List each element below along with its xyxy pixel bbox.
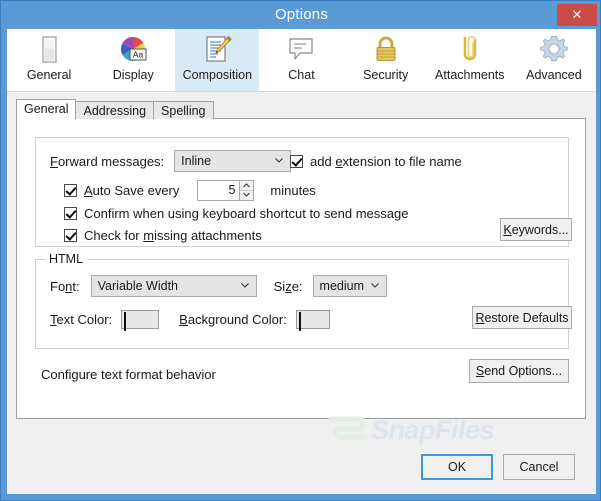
text-color-swatch[interactable] [121, 310, 160, 331]
tab-strip: General Addressing Spelling [16, 99, 586, 119]
close-button[interactable]: ✕ [557, 4, 597, 26]
document-pencil-icon [200, 33, 234, 67]
font-row: Font: Variable Width Size: medium [50, 275, 387, 297]
category-toolbar: General Aa Display Composition Chat Secu… [7, 29, 596, 92]
check-missing-row[interactable]: Check for missing attachments [64, 228, 262, 243]
stepper-up-button[interactable] [240, 181, 254, 191]
forward-messages-row: Forward messages: Inline [50, 150, 292, 172]
tab-spelling[interactable]: Spelling [153, 101, 214, 119]
confirm-shortcut-label: Confirm when using keyboard shortcut to … [84, 206, 409, 221]
add-extension-checkbox[interactable] [290, 155, 303, 168]
restore-defaults-label: Restore Defaults [475, 310, 569, 325]
html-options-group: HTML Font: Variable Width Size: medium T… [35, 252, 572, 349]
cancel-button-label: Cancel [519, 460, 559, 474]
ok-button-label: OK [447, 460, 467, 474]
check-missing-checkbox[interactable] [64, 229, 77, 242]
color-row: Text Color: Background Color: [50, 310, 330, 331]
svg-text:Aa: Aa [133, 50, 144, 60]
forward-messages-select[interactable]: Inline [174, 150, 292, 172]
options-dialog-window: Options ✕ General Aa Display Composition… [0, 0, 601, 501]
window-page-icon [32, 33, 66, 67]
cancel-button[interactable]: Cancel [503, 454, 575, 480]
tab-general[interactable]: General [16, 99, 77, 119]
check-missing-label: Check for missing attachments [84, 228, 262, 243]
confirm-shortcut-checkbox[interactable] [64, 207, 77, 220]
toolbar-item-label: General [26, 68, 72, 82]
size-select[interactable]: medium [312, 275, 387, 297]
restore-defaults-button[interactable]: Restore Defaults [472, 306, 572, 329]
padlock-icon [369, 33, 403, 67]
gear-icon [537, 33, 571, 67]
add-extension-label: add extension to file name [310, 154, 462, 169]
toolbar-item-label: Composition [182, 68, 253, 82]
color-wheel-aa-icon: Aa [116, 33, 150, 67]
background-color-swatch[interactable] [295, 310, 330, 331]
speech-bubble-icon [284, 33, 318, 67]
tab-addressing[interactable]: Addressing [75, 101, 155, 119]
font-label: Font: [50, 278, 80, 294]
title-bar: Options ✕ [1, 1, 600, 29]
toolbar-item-composition[interactable]: Composition [175, 29, 260, 91]
text-color-label: Text Color: [50, 312, 113, 327]
background-color-label: Background Color: [179, 312, 287, 327]
ok-button[interactable]: OK [421, 454, 493, 480]
minutes-label: minutes [270, 183, 316, 198]
send-options-label: Send Options... [475, 364, 563, 378]
confirm-shortcut-row[interactable]: Confirm when using keyboard shortcut to … [64, 206, 408, 221]
chevron-down-icon [370, 283, 379, 288]
chevron-down-icon [240, 283, 249, 288]
toolbar-item-chat[interactable]: Chat [259, 29, 343, 91]
keywords-button-label: Keywords... [503, 222, 569, 237]
size-label: Size: [273, 278, 303, 294]
font-value: Variable Width [97, 279, 178, 293]
auto-save-checkbox[interactable] [64, 184, 77, 197]
toolbar-item-display[interactable]: Aa Display [91, 29, 175, 91]
html-group-title: HTML [45, 252, 88, 266]
add-extension-row[interactable]: add extension to file name [290, 154, 462, 169]
forward-messages-label: Forward messages: [50, 153, 165, 169]
send-options-button[interactable]: Send Options... [469, 359, 569, 383]
toolbar-item-label: Security [363, 68, 409, 82]
watermark-text: SnapFiles [371, 415, 495, 445]
auto-save-label: Auto Save every [84, 183, 180, 198]
status-text: Configure text format behavior [41, 367, 216, 382]
toolbar-item-general[interactable]: General [7, 29, 91, 91]
keywords-button[interactable]: Keywords... [500, 218, 572, 241]
stepper-buttons[interactable] [239, 180, 255, 201]
toolbar-item-label: Attachments [435, 68, 505, 82]
toolbar-item-attachments[interactable]: Attachments [428, 29, 512, 91]
size-value: medium [319, 279, 365, 293]
auto-save-value[interactable]: 5 [197, 180, 240, 201]
toolbar-item-advanced[interactable]: Advanced [512, 29, 596, 91]
toolbar-item-label: Advanced [526, 68, 582, 82]
font-select[interactable]: Variable Width [90, 275, 257, 297]
toolbar-item-label: Chat [288, 68, 315, 82]
tab-panel-general: Forward messages: Inline add extension t… [16, 118, 586, 419]
auto-save-row[interactable]: Auto Save every 5 minutes [64, 180, 316, 201]
forward-messages-value: Inline [181, 154, 212, 168]
paperclip-icon [453, 33, 487, 67]
toolbar-item-security[interactable]: Security [344, 29, 428, 91]
stepper-down-button[interactable] [240, 191, 253, 200]
dialog-client-area: General Aa Display Composition Chat Secu… [7, 29, 596, 494]
auto-save-minutes-stepper[interactable]: 5 [197, 180, 255, 201]
window-title: Options [274, 6, 329, 23]
chevron-down-icon [275, 158, 284, 163]
forward-options-group: Forward messages: Inline add extension t… [35, 137, 572, 247]
toolbar-item-label: Display [112, 68, 154, 82]
